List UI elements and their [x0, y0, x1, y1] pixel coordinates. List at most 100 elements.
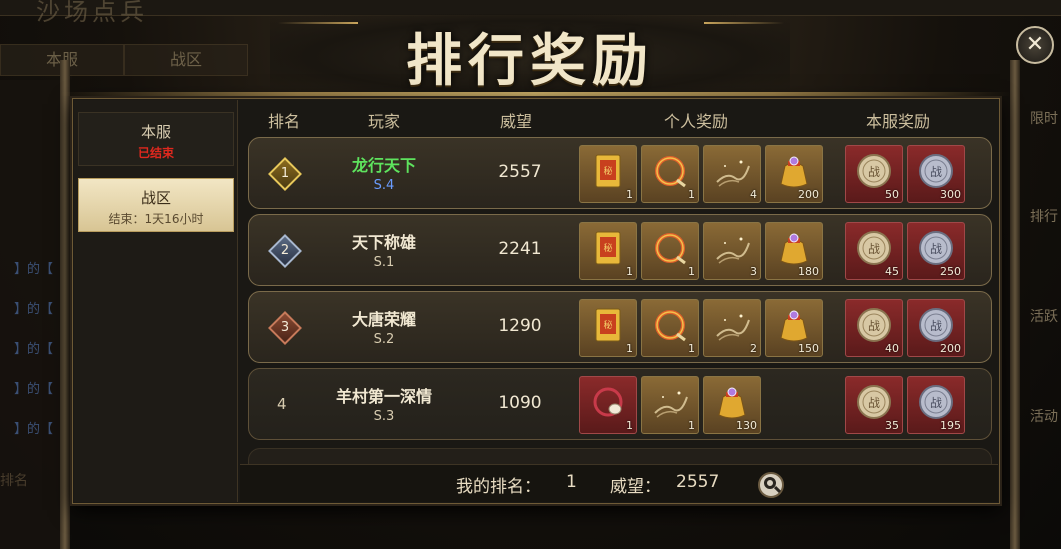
background-chat-line: 】的【 [14, 382, 54, 397]
fire-ring-icon [651, 229, 689, 267]
reward-item[interactable]: 3 [703, 222, 761, 280]
reward-item[interactable]: 战 300 [907, 145, 965, 203]
column-header-server-reward: 本服奖励 [866, 112, 931, 131]
silk-scroll-icon [713, 152, 751, 190]
background-title: 沙场点兵 [36, 0, 148, 26]
reward-item[interactable]: 4 [703, 145, 761, 203]
reward-item[interactable]: 130 [703, 376, 761, 434]
background-chat-line: 】的【 [14, 262, 54, 277]
reward-item[interactable]: 150 [765, 299, 823, 357]
bronze-medal-icon: 战 [855, 229, 893, 267]
rank-number: 3 [280, 320, 290, 335]
reward-item[interactable]: 2 [703, 299, 761, 357]
reward-item[interactable]: 战 45 [845, 222, 903, 280]
search-button[interactable] [758, 472, 784, 498]
tab-war-zone[interactable]: 战区 结束：1天16小时 [78, 178, 234, 232]
player-server: S.1 [373, 255, 395, 270]
reward-item[interactable]: 200 [765, 145, 823, 203]
bronze-medal-icon: 战 [855, 306, 893, 344]
svg-text:秘: 秘 [603, 242, 612, 254]
player-name[interactable]: 天下称雄 [309, 229, 459, 253]
silk-scroll-icon [651, 383, 689, 421]
silver-medal-icon: 战 [917, 152, 955, 190]
svg-text:战: 战 [868, 165, 880, 179]
tab-label: 本服 [140, 123, 171, 141]
table-row[interactable]: 3 大唐荣耀 S.2 1290 秘 1 1 2 150 战 40 战 200 [248, 291, 992, 363]
reward-quantity: 35 [885, 419, 899, 432]
title-ornament [278, 22, 358, 24]
reward-item[interactable]: 战 35 [845, 376, 903, 434]
reward-item[interactable]: 战 50 [845, 145, 903, 203]
reward-quantity: 1 [626, 419, 633, 432]
player-name[interactable]: 龙行天下 [309, 152, 459, 176]
reward-item[interactable]: 战 250 [907, 222, 965, 280]
table-row-partial [248, 448, 992, 464]
background-right-button: 活跃 [1030, 309, 1058, 325]
reward-item[interactable]: 1 [641, 222, 699, 280]
column-header-personal-reward: 个人奖励 [664, 112, 729, 131]
background-right-button: 活动 [1030, 409, 1058, 425]
column-header-prestige: 威望 [500, 112, 533, 131]
reward-quantity: 50 [885, 188, 899, 201]
tab-status: 已结束 [137, 146, 174, 160]
reward-item[interactable]: 秘1 [579, 299, 637, 357]
reward-quantity: 150 [798, 342, 819, 355]
reward-item[interactable]: 180 [765, 222, 823, 280]
decorative-pillar [1010, 60, 1020, 549]
silver-medal-icon: 战 [917, 306, 955, 344]
silver-medal-icon: 战 [917, 229, 955, 267]
reward-quantity: 3 [750, 265, 757, 278]
player-server: S.3 [373, 409, 395, 424]
reward-item[interactable]: 1 [641, 376, 699, 434]
prestige-value: 2557 [498, 162, 542, 182]
table-row[interactable]: 4 羊村第一深情 S.3 1090 1 1 130 战 35 战 195 [248, 368, 992, 440]
player-name[interactable]: 羊村第一深情 [309, 383, 459, 407]
tab-countdown: 结束：1天16小时 [108, 212, 204, 226]
svg-text:战: 战 [930, 319, 942, 333]
reward-quantity: 40 [885, 342, 899, 355]
gold-pouch-icon [775, 152, 813, 190]
golden-book-icon: 秘 [589, 306, 627, 344]
close-icon: ✕ [1025, 32, 1045, 57]
bronze-medal-icon: 战 [855, 383, 893, 421]
svg-text:战: 战 [868, 396, 880, 410]
column-header-rank: 排名 [268, 112, 301, 131]
reward-quantity: 300 [940, 188, 961, 201]
my-prestige-label: 威望： [610, 477, 661, 497]
player-server: S.2 [373, 332, 395, 347]
prestige-value: 1090 [498, 393, 542, 413]
reward-item[interactable]: 1 [641, 145, 699, 203]
reward-quantity: 1 [688, 188, 695, 201]
tab-local-server[interactable]: 本服 已结束 [78, 112, 234, 166]
reward-item[interactable]: 1 [579, 376, 637, 434]
window-title: 排行奖励 [406, 28, 654, 94]
reward-quantity: 200 [798, 188, 819, 201]
close-button[interactable]: ✕ [1016, 26, 1054, 64]
sidebar: 本服 已结束 战区 结束：1天16小时 [74, 100, 238, 502]
reward-quantity: 4 [750, 188, 757, 201]
background-tab: 战区 [124, 44, 248, 76]
prestige-value: 2241 [498, 239, 542, 259]
reward-quantity: 1 [688, 342, 695, 355]
decorative-pillar [60, 60, 70, 549]
table-row[interactable]: 1 龙行天下 S.4 2557 秘 1 1 4 200 战 50 战 300 [248, 137, 992, 209]
reward-item[interactable]: 秘1 [579, 145, 637, 203]
bronze-medal-icon: 战 [855, 152, 893, 190]
background-right-button: 限时 [1030, 111, 1058, 127]
my-rank-value: 1 [566, 472, 577, 492]
title-ornament [704, 22, 784, 24]
silver-medal-icon: 战 [917, 383, 955, 421]
reward-item[interactable]: 1 [641, 299, 699, 357]
reward-quantity: 1 [626, 342, 633, 355]
player-name[interactable]: 大唐荣耀 [309, 306, 459, 330]
svg-text:秘: 秘 [603, 165, 612, 177]
background-chat-line: 】的【 [14, 422, 54, 437]
table-row[interactable]: 2 天下称雄 S.1 2241 秘 1 1 3 180 战 45 战 250 [248, 214, 992, 286]
reward-item[interactable]: 秘1 [579, 222, 637, 280]
tab-label: 战区 [140, 189, 171, 207]
reward-item[interactable]: 战 40 [845, 299, 903, 357]
reward-item[interactable]: 战 195 [907, 376, 965, 434]
reward-item[interactable]: 战 200 [907, 299, 965, 357]
reward-quantity: 200 [940, 342, 961, 355]
reward-quantity: 1 [626, 188, 633, 201]
